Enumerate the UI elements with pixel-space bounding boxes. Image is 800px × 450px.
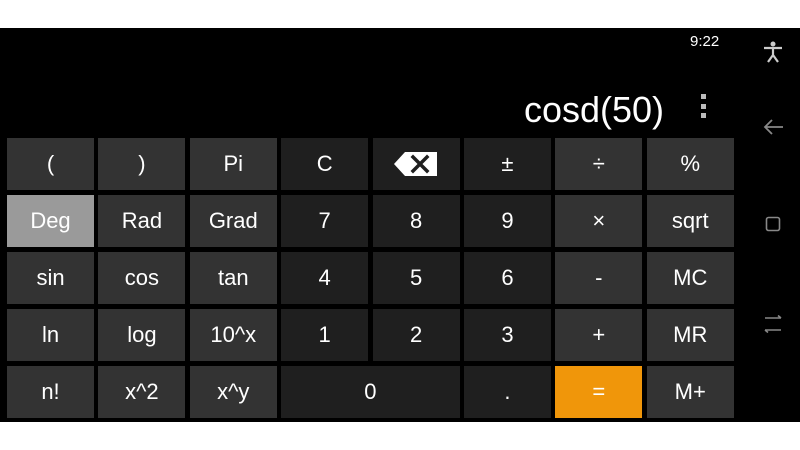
accessibility-icon[interactable] xyxy=(759,38,787,66)
sin-key[interactable]: sin xyxy=(7,252,94,304)
percent-key[interactable]: % xyxy=(646,138,734,190)
digit-4-key[interactable]: 4 xyxy=(281,252,369,304)
clear-key[interactable]: C xyxy=(281,138,369,190)
digit-8-key[interactable]: 8 xyxy=(372,195,460,247)
digit-0-key[interactable]: 0 xyxy=(281,366,460,418)
square-key[interactable]: x^2 xyxy=(98,366,186,418)
keypad: ( ) Pi C ± ÷ % Deg Rad Grad 7 8 9 × sqrt… xyxy=(7,138,734,418)
system-nav-bar xyxy=(745,28,800,422)
pow10-key[interactable]: 10^x xyxy=(189,309,277,361)
pi-key[interactable]: Pi xyxy=(189,138,277,190)
digit-6-key[interactable]: 6 xyxy=(463,252,551,304)
ln-key[interactable]: ln xyxy=(7,309,94,361)
log-key[interactable]: log xyxy=(98,309,186,361)
switch-app-icon[interactable] xyxy=(759,310,787,338)
backspace-icon xyxy=(394,152,438,176)
digit-9-key[interactable]: 9 xyxy=(463,195,551,247)
backspace-key[interactable] xyxy=(372,138,460,190)
grad-key[interactable]: Grad xyxy=(189,195,277,247)
mplus-key[interactable]: M+ xyxy=(646,366,734,418)
sign-key[interactable]: ± xyxy=(463,138,551,190)
more-vertical-icon[interactable] xyxy=(700,94,708,118)
rad-key[interactable]: Rad xyxy=(98,195,186,247)
digit-1-key[interactable]: 1 xyxy=(281,309,369,361)
divide-key[interactable]: ÷ xyxy=(555,138,643,190)
deg-key[interactable]: Deg xyxy=(7,195,94,247)
mr-key[interactable]: MR xyxy=(646,309,734,361)
status-time: 9:22 xyxy=(690,33,720,50)
cos-key[interactable]: cos xyxy=(98,252,186,304)
digit-2-key[interactable]: 2 xyxy=(372,309,460,361)
factorial-key[interactable]: n! xyxy=(7,366,94,418)
multiply-key[interactable]: × xyxy=(555,195,643,247)
minus-key[interactable]: - xyxy=(555,252,643,304)
digit-5-key[interactable]: 5 xyxy=(372,252,460,304)
equals-key[interactable]: = xyxy=(555,366,643,418)
expression-display: cosd(50) xyxy=(523,89,664,130)
digit-3-key[interactable]: 3 xyxy=(463,309,551,361)
power-key[interactable]: x^y xyxy=(189,366,277,418)
decimal-key[interactable]: . xyxy=(463,366,551,418)
plus-key[interactable]: + xyxy=(555,309,643,361)
mc-key[interactable]: MC xyxy=(646,252,734,304)
sqrt-key[interactable]: sqrt xyxy=(646,195,734,247)
digit-7-key[interactable]: 7 xyxy=(281,195,369,247)
tan-key[interactable]: tan xyxy=(189,252,277,304)
open-paren-key[interactable]: ( xyxy=(7,138,94,190)
calculator-screen: 9:22 cosd(50) ( ) Pi C ± ÷ % Deg Rad Gra… xyxy=(0,28,800,422)
recents-icon[interactable] xyxy=(759,210,787,238)
back-icon[interactable] xyxy=(759,113,787,141)
close-paren-key[interactable]: ) xyxy=(98,138,186,190)
